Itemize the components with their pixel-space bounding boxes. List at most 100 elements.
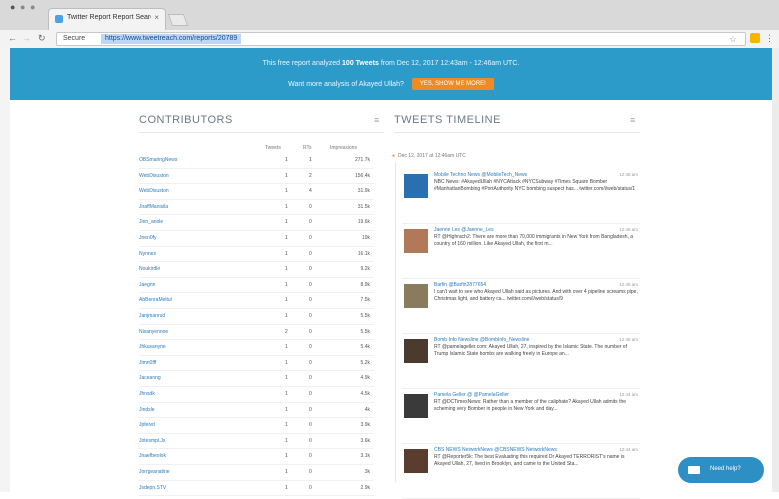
window-maximize-icon[interactable]: ● xyxy=(30,2,35,12)
contributor-impressions: 31.5k xyxy=(357,203,370,210)
show-me-more-button[interactable]: YES, SHOW ME MORE! xyxy=(411,78,494,90)
contributor-username-link[interactable]: Jsdepn.STV xyxy=(139,485,166,491)
tweet-avatar[interactable] xyxy=(404,229,428,253)
banner-prompt-text: Want more analysis of Akayed Ullah? xyxy=(288,80,404,88)
contributor-username-link[interactable]: WebDisuston xyxy=(139,173,169,179)
tweet-item[interactable]: Bomb Info Newsline @BombInfo_Newsline 12:… xyxy=(402,337,640,389)
contributor-username-link[interactable]: Jnaefbeolok xyxy=(139,453,166,459)
contributor-impressions: 3k xyxy=(364,469,370,475)
contributor-impressions: 4.9k xyxy=(360,375,370,382)
contributor-tweets: 1 xyxy=(285,235,288,241)
tweet-avatar[interactable] xyxy=(404,339,428,363)
contributor-username-link[interactable]: Jindsle xyxy=(139,407,155,413)
contributor-username-link[interactable]: Jhnsdk xyxy=(139,391,155,397)
contributor-tweets: 1 xyxy=(285,344,288,351)
tweet-author-link[interactable]: Mobile Techno News @MobileTech_News xyxy=(434,172,527,178)
contributor-row: AbBenraMeltul 1 0 7.5k xyxy=(139,293,374,309)
contributor-rts: 0 xyxy=(309,297,312,304)
address-bar[interactable]: Secure https://www.tweetreach.com/report… xyxy=(56,32,746,46)
contributor-impressions: 271.7k xyxy=(354,157,370,163)
tweet-author-link[interactable]: Jaenne Les @Jaenne_Les xyxy=(434,227,494,233)
col-impressions-header[interactable]: Impressions xyxy=(330,145,357,151)
timeline-settings-icon[interactable]: ≡ xyxy=(630,115,635,125)
contributor-username-link[interactable]: JiraffManisila xyxy=(139,204,168,210)
contributor-row: JiraffManisila 1 0 31.5k xyxy=(139,200,374,216)
page-right-scrollbar[interactable] xyxy=(772,48,779,492)
contributor-username-link[interactable]: Jhkusanyne xyxy=(139,344,166,350)
col-tweets-header[interactable]: Tweets xyxy=(265,145,281,151)
tweet-time: 12:44 am xyxy=(619,392,638,397)
contributor-rts: 0 xyxy=(309,313,312,319)
contributor-tweets: 1 xyxy=(285,313,288,319)
contributor-impressions: 3.6k xyxy=(360,437,370,444)
contributor-username-link[interactable]: Nixanyennoe xyxy=(139,329,168,335)
tweetreach-favicon-icon xyxy=(55,15,63,23)
tweet-author-link[interactable]: Bomb Info Newsline @BombInfo_Newsline xyxy=(434,337,529,343)
tweet-avatar[interactable] xyxy=(404,394,428,418)
contributor-username-link[interactable]: Nynnes xyxy=(139,251,156,257)
contributor-row: Nixanyennoe 2 0 5.5k xyxy=(139,325,374,341)
tweet-item[interactable]: CBS NEWS NetworkNews @CBSNEWS NetworkNew… xyxy=(402,447,640,499)
contributor-username-link[interactable]: WebDisuston xyxy=(139,188,169,194)
contributor-username-link[interactable]: Jimn0fff xyxy=(139,360,156,366)
contributors-divider xyxy=(139,132,384,133)
contributor-row: Jinn_anole 1 0 19.6k xyxy=(139,215,374,231)
contributor-username-link[interactable]: Jnen0fy xyxy=(139,235,157,241)
contributor-row: Jaceanng 1 0 4.9k xyxy=(139,371,374,387)
tweet-time: 12:46 am xyxy=(619,172,638,177)
contributors-settings-icon[interactable]: ≡ xyxy=(374,115,379,125)
tweet-author-link[interactable]: Barfin @Barfin2877654 xyxy=(434,282,486,288)
window-close-icon[interactable]: ● xyxy=(10,2,15,12)
tweet-author-link[interactable]: Pamela Geller @ @PamelaGeller xyxy=(434,392,509,398)
tweet-divider xyxy=(402,443,640,444)
contributor-tweets: 1 xyxy=(285,281,288,288)
contributor-username-link[interactable]: OBSmaringNews xyxy=(139,157,177,163)
tweet-item[interactable]: Mobile Techno News @MobileTech_News 12:46… xyxy=(402,172,640,224)
contributor-tweets: 1 xyxy=(285,188,288,195)
back-arrow-icon[interactable]: ← xyxy=(8,33,17,43)
tweet-item[interactable]: Pamela Geller @ @PamelaGeller 12:44 am RT … xyxy=(402,392,640,444)
url-text[interactable]: https://www.tweetreach.com/reports/20789 xyxy=(101,34,242,44)
need-help-button[interactable]: Need help? xyxy=(678,457,764,483)
contributor-username-link[interactable]: Jorrgeanatine xyxy=(139,469,170,475)
contributor-tweets: 1 xyxy=(285,484,288,491)
contributor-username-link[interactable]: Jaegnn xyxy=(139,282,155,288)
contributor-tweets: 1 xyxy=(285,172,288,179)
contributor-username-link[interactable]: Janjmanrud xyxy=(139,313,165,319)
window-minimize-icon[interactable]: ● xyxy=(20,2,25,12)
tweet-author-link[interactable]: CBS NEWS NetworkNews @CBSNEWS NetworkNew… xyxy=(434,447,557,453)
contributor-tweets: 1 xyxy=(285,266,288,273)
contributor-rts: 0 xyxy=(309,437,312,444)
contributor-impressions: 2.9k xyxy=(360,484,370,491)
contributor-username-link[interactable]: Noukirdle xyxy=(139,266,160,272)
tweet-item[interactable]: Barfin @Barfin2877654 12:45 am I can't wai… xyxy=(402,282,640,334)
new-tab-button[interactable] xyxy=(167,14,189,26)
reload-icon[interactable]: ↻ xyxy=(38,33,46,44)
tweet-item[interactable]: Jaenne Les @Jaenne_Les 12:46 am RT @Highra… xyxy=(402,227,640,279)
contributor-username-link[interactable]: Jpfeivd xyxy=(139,422,155,428)
contributor-impressions: 4k xyxy=(364,406,370,413)
contributor-username-link[interactable]: Jaceanng xyxy=(139,375,161,381)
contributor-impressions: 19.6k xyxy=(357,219,370,226)
contributor-username-link[interactable]: AbBenraMeltul xyxy=(139,297,172,303)
banner-summary: This free report analyzed 100 Tweets fro… xyxy=(10,60,772,67)
contributor-tweets: 1 xyxy=(285,375,288,382)
browser-tab[interactable]: Twitter Report Report Search × xyxy=(48,8,166,30)
contributor-tweets: 1 xyxy=(285,437,288,444)
tweet-avatar[interactable] xyxy=(404,449,428,473)
contributor-rts: 0 xyxy=(309,391,312,397)
tab-close-icon[interactable]: × xyxy=(154,13,159,22)
browser-menu-icon[interactable]: ⋮ xyxy=(765,33,774,44)
tweet-avatar[interactable] xyxy=(404,174,428,198)
col-rts-header[interactable]: RTs xyxy=(303,145,312,151)
contributor-rts: 1 xyxy=(309,157,312,163)
forward-arrow-icon[interactable]: → xyxy=(22,33,31,43)
contributor-username-link[interactable]: Jinn_anole xyxy=(139,219,163,225)
extension-icon[interactable] xyxy=(750,33,760,43)
envelope-icon xyxy=(688,466,700,474)
tweet-avatar[interactable] xyxy=(404,284,428,308)
contributor-username-link[interactable]: Jotesmpl.Js xyxy=(139,438,165,444)
timeline-rail xyxy=(395,162,396,482)
bookmark-star-icon[interactable]: ☆ xyxy=(729,34,737,45)
contributor-row: Jotesmpl.Js 1 0 3.6k xyxy=(139,434,374,450)
